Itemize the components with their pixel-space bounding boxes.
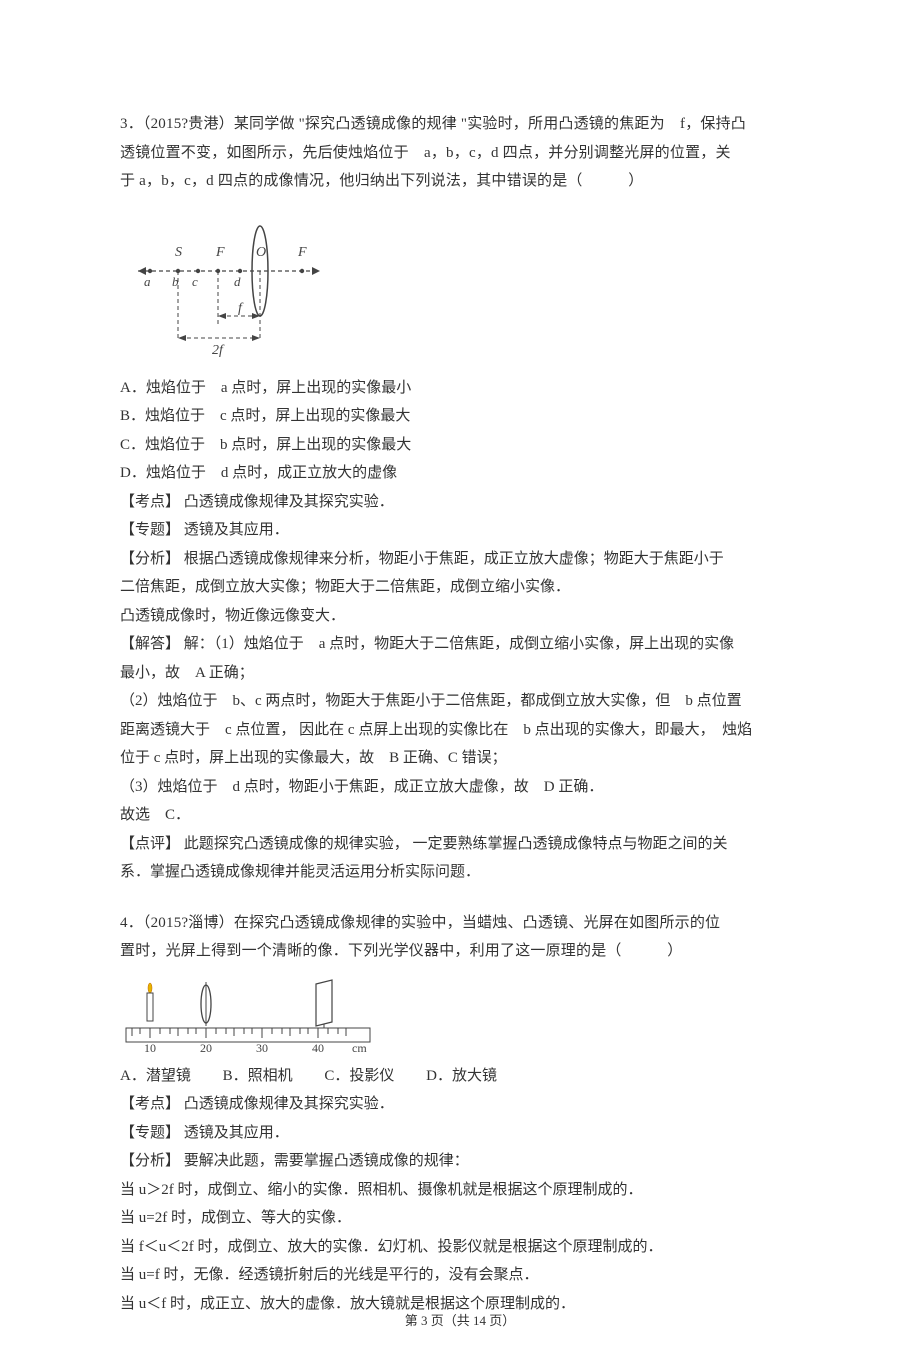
label-c: c [192,274,198,289]
q3-kaodian: 【考点】 凸透镜成像规律及其探究实验． [120,488,800,517]
ruler-tick-cm: cm [352,1041,367,1054]
q3-zhuanti: 【专题】 透镜及其应用． [120,516,800,545]
ruler-tick-30: 30 [256,1041,268,1054]
q3-stem-line3: 于 a，b，c，d 四点的成像情况，他归纳出下列说法，其中错误的是（ ） [120,167,800,196]
q4-fenxi-2: 当 u=2f 时，成倒立、等大的实像． [120,1204,800,1233]
q3-jieda-2: 最小，故 A 正确； [120,659,800,688]
q3-stem-line1: 3．（2015?贵港）某同学做 "探究凸透镜成像的规律 "实验时，所用凸透镜的焦… [120,110,800,139]
label-O: O [256,245,266,260]
q4-fenxi-1: 当 u＞2f 时，成倒立、缩小的实像．照相机、摄像机就是根据这个原理制成的． [120,1176,800,1205]
q3-jieda-5: 位于 c 点时，屏上出现的实像最大，故 B 正确、C 错误； [120,744,800,773]
q3-jieda-7: 故选 C． [120,801,800,830]
label-d: d [234,274,241,289]
q4-option-c: C．投影仪 [324,1062,394,1091]
q3-option-d: D．烛焰位于 d 点时，成正立放大的虚像 [120,459,800,488]
q4-fenxi-4: 当 u=f 时，无像．经透镜折射后的光线是平行的，没有会聚点． [120,1261,800,1290]
q4-kaodian: 【考点】 凸透镜成像规律及其探究实验． [120,1090,800,1119]
q4-fenxi-0: 【分析】 要解决此题，需要掌握凸透镜成像的规律： [120,1147,800,1176]
q3-option-b: B．烛焰位于 c 点时，屏上出现的实像最大 [120,402,800,431]
q3-dianping-1: 【点评】 此题探究凸透镜成像的规律实验， 一定要熟练掌握凸透镜成像特点与物距之间… [120,830,800,859]
q4-options: A．潜望镜 B．照相机 C．投影仪 D．放大镜 [120,1062,800,1091]
q3-jieda-1: 【解答】 解：（1）烛焰位于 a 点时，物距大于二倍焦距，成倒立缩小实像，屏上出… [120,630,800,659]
label-F-right: F [297,245,307,260]
q4-option-b: B．照相机 [223,1062,293,1091]
label-2f: 2f [212,343,225,358]
ruler-tick-20: 20 [200,1041,212,1054]
label-F-left: F [215,245,225,260]
label-f: f [238,301,244,316]
footer-mid: 页（共 [431,1313,470,1328]
label-S: S [175,245,182,260]
footer-page: 3 [421,1313,428,1328]
q3-stem-line2: 透镜位置不变，如图所示，先后使烛焰位于 a，b，c，d 四点，并分别调整光屏的位… [120,139,800,168]
q3-jieda-3: （2）烛焰位于 b、c 两点时，物距大于焦距小于二倍焦距，都成倒立放大实像，但 … [120,687,800,716]
q4-diagram: 10 20 30 40 cm [120,976,800,1054]
q3-option-c: C．烛焰位于 b 点时，屏上出现的实像最大 [120,431,800,460]
q3-fenxi-3: 凸透镜成像时，物近像远像变大． [120,602,800,631]
q3-fenxi-1: 【分析】 根据凸透镜成像规律来分析，物距小于焦距，成正立放大虚像；物距大于焦距小… [120,545,800,574]
q4-fenxi-3: 当 f＜u＜2f 时，成倒立、放大的实像．幻灯机、投影仪就是根据这个原理制成的． [120,1233,800,1262]
footer-total: 14 [473,1313,486,1328]
label-a: a [144,274,151,289]
ruler-tick-40: 40 [312,1041,324,1054]
q4-stem-line1: 4．（2015?淄博）在探究凸透镜成像规律的实验中，当蜡烛、凸透镜、光屏在如图所… [120,909,800,938]
q4-option-a: A．潜望镜 [120,1062,191,1091]
q3-option-a: A．烛焰位于 a 点时，屏上出现的实像最小 [120,374,800,403]
q4-zhuanti: 【专题】 透镜及其应用． [120,1119,800,1148]
q3-fenxi-2: 二倍焦距，成倒立放大实像；物距大于二倍焦距，成倒立缩小实像． [120,573,800,602]
footer-prefix: 第 [405,1313,418,1328]
q3-dianping-2: 系．掌握凸透镜成像规律并能灵活运用分析实际问题． [120,858,800,887]
q3-jieda-4: 距离透镜大于 c 点位置， 因此在 c 点屏上出现的实像比在 b 点出现的实像大… [120,716,800,745]
page-footer: 第 3 页（共 14 页） [0,1309,920,1334]
q3-jieda-6: （3）烛焰位于 d 点时，物距小于焦距，成正立放大虚像，故 D 正确． [120,773,800,802]
q4-stem-line2: 置时，光屏上得到一个清晰的像．下列光学仪器中，利用了这一原理的是（ ） [120,937,800,966]
q4-option-d: D．放大镜 [426,1062,497,1091]
q3-diagram: S F O F a b c d f 2f [120,206,800,366]
ruler-tick-10: 10 [144,1041,156,1054]
footer-suffix: 页） [489,1313,515,1328]
